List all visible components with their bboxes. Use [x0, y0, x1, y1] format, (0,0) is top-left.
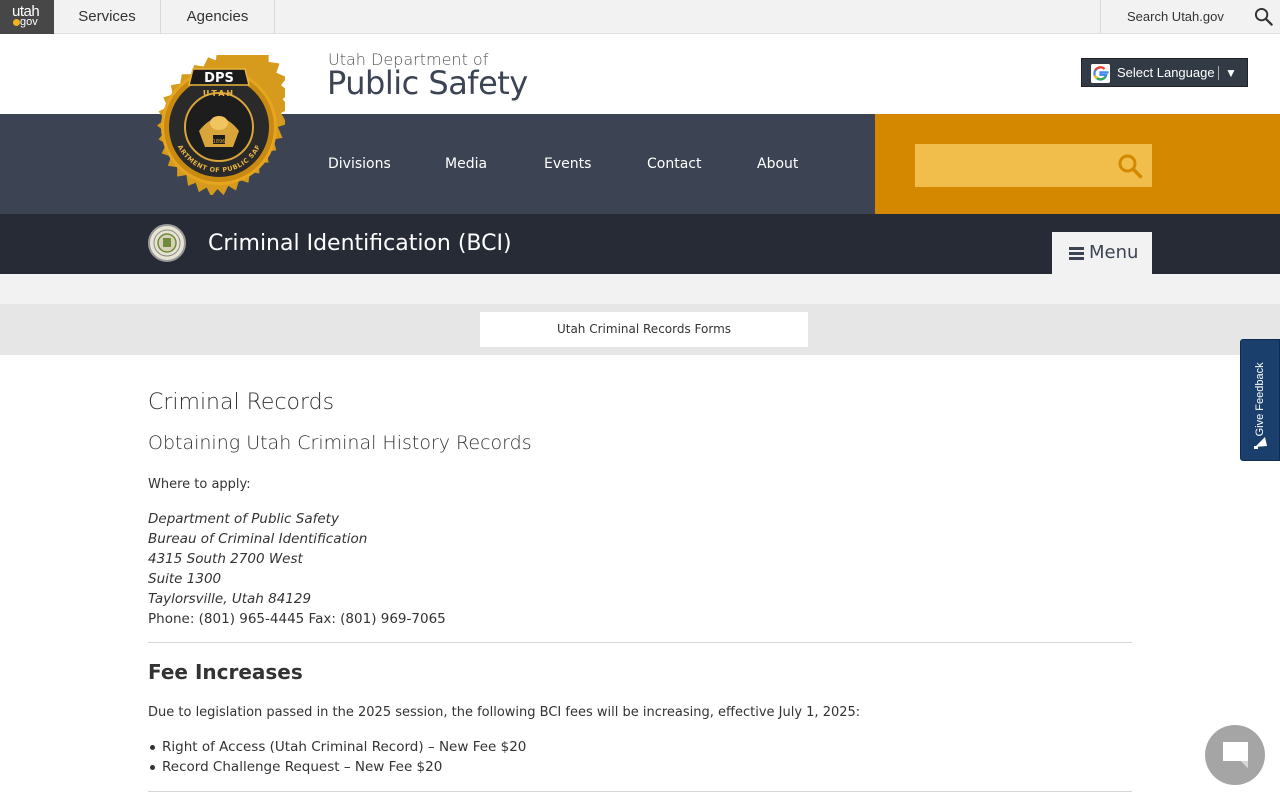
chevron-down-icon: ▼ [1225, 66, 1237, 80]
division-title[interactable]: Criminal Identification (BCI) [208, 214, 512, 274]
menu-button[interactable]: Menu [1052, 232, 1152, 274]
utah-logo-dot [13, 19, 20, 26]
menu-label: Menu [1089, 242, 1139, 263]
nav-item-contact[interactable]: Contact [647, 114, 701, 214]
utah-criminal-records-forms-link[interactable]: Utah Criminal Records Forms [480, 312, 808, 347]
section-divider [148, 791, 1132, 792]
where-to-apply-label: Where to apply: [148, 477, 251, 492]
nav-item-media[interactable]: Media [445, 114, 487, 214]
list-item: Record Challenge Request – New Fee $20 [148, 757, 526, 777]
department-name-large[interactable]: Public Safety [327, 64, 528, 102]
fee-intro-text: Due to legislation passed in the 2025 se… [148, 705, 861, 720]
hamburger-icon [1069, 247, 1084, 260]
spacer-band [0, 274, 1280, 304]
fee-increases-heading: Fee Increases [148, 660, 303, 684]
address-line: Taylorsville, Utah 84129 [148, 591, 312, 607]
nav-item-events[interactable]: Events [544, 114, 591, 214]
nav-item-about[interactable]: About [757, 114, 798, 214]
search-icon[interactable] [1117, 153, 1143, 179]
give-feedback-label: Give Feedback [1254, 362, 1266, 437]
bci-seal-icon [148, 224, 186, 262]
address-line: Suite 1300 [148, 571, 222, 587]
page-title: Criminal Records [148, 390, 335, 415]
give-feedback-tab[interactable]: Give Feedback [1240, 339, 1280, 461]
address-line: 4315 South 2700 West [148, 551, 303, 567]
select-language-divider [1218, 66, 1219, 80]
dps-seal-logo[interactable]: 1896 DEPARTMENT OF PUBLIC SAFETY DPS UTA… [153, 55, 285, 195]
chat-button[interactable] [1205, 725, 1265, 785]
main-nav-bar [0, 114, 875, 214]
page-subtitle: Obtaining Utah Criminal History Records [148, 432, 532, 454]
utah-gov-logo[interactable]: utah gov [0, 0, 54, 34]
services-link[interactable]: Services [54, 0, 161, 34]
search-icon [1254, 7, 1273, 26]
nav-item-divisions[interactable]: Divisions [328, 114, 391, 214]
chat-bubble-icon [1223, 742, 1248, 768]
site-search-input[interactable] [915, 144, 1152, 187]
address-line: Department of Public Safety [148, 511, 339, 527]
phone-fax: Phone: (801) 965-4445 Fax: (801) 969-706… [148, 611, 446, 627]
mailing-address: Department of Public Safety Bureau of Cr… [148, 509, 367, 609]
seal-dps-text: DPS [204, 71, 234, 86]
utah-gov-topbar: utah gov Services Agencies Search Utah.g… [0, 0, 1280, 34]
search-utah-gov-label: Search Utah.gov [1127, 9, 1224, 24]
section-divider [148, 642, 1132, 643]
megaphone-icon [1254, 437, 1267, 449]
svg-text:1896: 1896 [213, 139, 226, 145]
fee-list: Right of Access (Utah Criminal Record) –… [148, 737, 526, 777]
gov-logo-text: gov [20, 16, 38, 28]
select-language-button[interactable]: Select Language ▼ [1081, 58, 1248, 87]
seal-utah-text: UTAH [203, 89, 235, 98]
list-item: Right of Access (Utah Criminal Record) –… [148, 737, 526, 757]
agencies-link[interactable]: Agencies [161, 0, 275, 34]
select-language-label: Select Language [1117, 65, 1215, 80]
address-line: Bureau of Criminal Identification [148, 531, 368, 547]
search-utah-gov-button[interactable]: Search Utah.gov [1100, 0, 1280, 34]
google-icon [1091, 64, 1110, 83]
